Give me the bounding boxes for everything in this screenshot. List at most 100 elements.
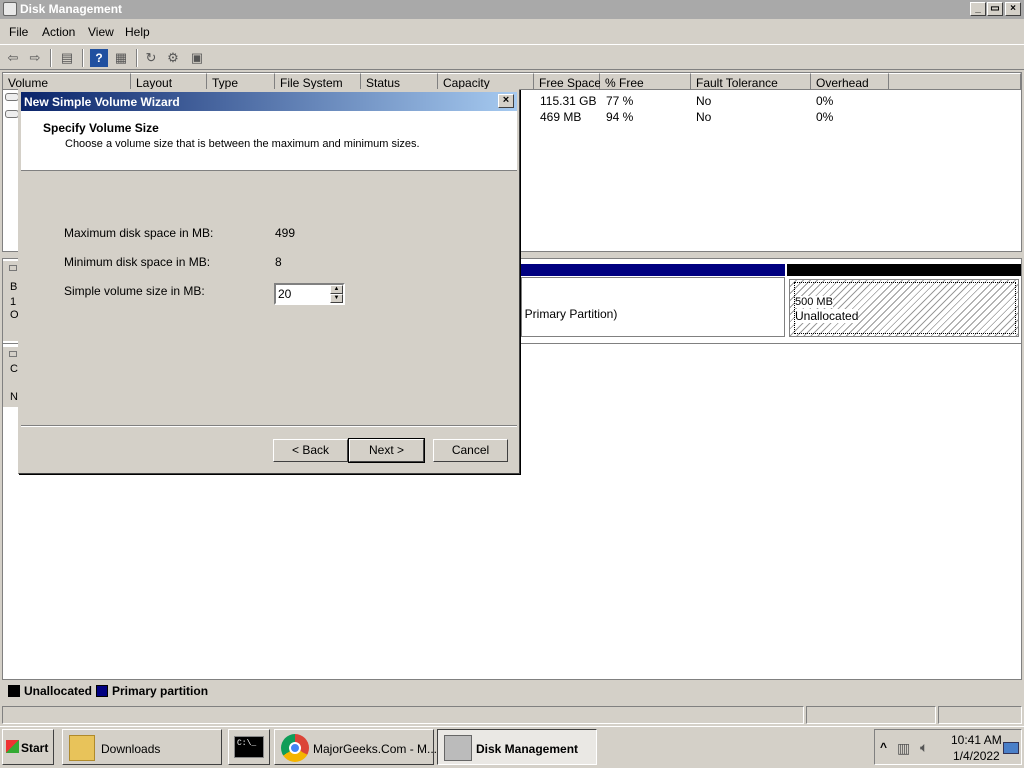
- chrome-icon: [281, 734, 309, 762]
- column-percent-free[interactable]: % Free: [600, 73, 691, 90]
- disk-1-name: C: [10, 363, 18, 375]
- volume-percent-free: 77 %: [606, 94, 634, 108]
- legend: Unallocated Primary partition: [2, 682, 1022, 702]
- taskbar-item-label: Disk Management: [476, 742, 579, 756]
- step-title: Specify Volume Size: [43, 121, 159, 135]
- primary-swatch: [96, 685, 108, 697]
- clock-time[interactable]: 10:41 AM: [951, 733, 1002, 747]
- properties-pane-icon[interactable]: ▦: [112, 49, 130, 67]
- menu-help[interactable]: Help: [125, 25, 150, 39]
- volume-free-space: 469 MB: [540, 110, 582, 124]
- column-overhead[interactable]: Overhead: [811, 73, 889, 90]
- clock-date[interactable]: 1/4/2022: [953, 749, 1000, 763]
- dialog-titlebar: New Simple Volume Wizard ×: [21, 92, 517, 111]
- menu-view[interactable]: View: [88, 25, 114, 39]
- max-space-value: 499: [275, 226, 296, 240]
- column-volume[interactable]: Volume: [3, 73, 131, 90]
- cdrom-icon: [9, 351, 17, 357]
- volume-size-input[interactable]: [277, 286, 329, 302]
- taskbar: Start Downloads C:\_ MajorGeeks.Com - M.…: [0, 726, 1024, 768]
- status-cell: [2, 706, 804, 724]
- network-icon[interactable]: ▥: [897, 740, 910, 757]
- volume-fault-tolerance: No: [696, 94, 712, 108]
- legend-primary: Primary partition: [112, 684, 209, 698]
- command-prompt-icon: C:\_: [234, 736, 264, 758]
- column-status[interactable]: Status: [361, 73, 438, 90]
- min-space-label: Minimum disk space in MB:: [64, 255, 211, 269]
- column-capacity[interactable]: Capacity: [438, 73, 534, 90]
- unallocated-partition[interactable]: 500 MB Unallocated: [789, 279, 1019, 337]
- status-cell: [806, 706, 936, 724]
- show-desktop-icon[interactable]: [1003, 742, 1019, 754]
- unallocated-selection-outline: [794, 282, 1016, 334]
- new-simple-volume-wizard: New Simple Volume Wizard × Specify Volum…: [18, 89, 520, 474]
- dialog-footer-divider: [21, 425, 517, 427]
- windows-logo-icon: [6, 740, 19, 753]
- disk-1-status: N: [10, 391, 18, 403]
- taskbar-item-downloads[interactable]: Downloads: [62, 729, 222, 765]
- restore-button[interactable]: ▭: [987, 2, 1003, 16]
- disk-0-name: B: [10, 281, 18, 293]
- taskbar-item-disk-management[interactable]: Disk Management: [437, 729, 597, 765]
- column-file-system[interactable]: File System: [275, 73, 361, 90]
- column-fault-tolerance[interactable]: Fault Tolerance: [691, 73, 811, 90]
- volume-overhead: 0%: [816, 110, 834, 124]
- dialog-header: Specify Volume Size Choose a volume size…: [21, 111, 517, 171]
- max-space-label: Maximum disk space in MB:: [64, 226, 214, 240]
- volume-drive-icon: [5, 110, 19, 118]
- unallocated-bar: [787, 264, 1021, 276]
- show-hidden-icons-button[interactable]: ^: [880, 740, 887, 754]
- status-bar: [0, 705, 1024, 725]
- volume-size-label: Simple volume size in MB:: [64, 284, 205, 298]
- cancel-button[interactable]: Cancel: [433, 439, 508, 462]
- column-type[interactable]: Type: [207, 73, 275, 90]
- properties-icon[interactable]: ▣: [188, 49, 206, 67]
- volume-fault-tolerance: No: [696, 110, 712, 124]
- disk-icon: [9, 265, 17, 271]
- show-hide-console-tree-icon[interactable]: ▤: [58, 49, 76, 67]
- column-free-space[interactable]: Free Space: [534, 73, 601, 90]
- toolbar-separator: [50, 49, 52, 67]
- forward-arrow-icon[interactable]: ⇨: [26, 49, 44, 67]
- refresh-icon[interactable]: ↻: [142, 49, 160, 67]
- help-icon[interactable]: ?: [90, 49, 108, 67]
- rescan-disks-icon[interactable]: ⚙: [164, 49, 182, 67]
- dialog-close-button[interactable]: ×: [498, 94, 514, 108]
- taskbar-item-chrome[interactable]: MajorGeeks.Com - M...: [274, 729, 438, 765]
- primary-partition[interactable]: ), Primary Partition): [514, 277, 785, 337]
- menu-bar: File Action View Help: [0, 21, 1024, 43]
- volume-overhead: 0%: [816, 94, 834, 108]
- back-button[interactable]: < Back: [273, 439, 348, 462]
- partition-description: ), Primary Partition): [514, 307, 618, 321]
- min-space-value: 8: [275, 255, 282, 269]
- spin-down-icon[interactable]: ▼: [330, 294, 343, 303]
- system-tray: ^ ▥ 🔈︎ 10:41 AM 1/4/2022: [874, 729, 1022, 765]
- taskbar-item-label: MajorGeeks.Com - M...: [313, 742, 438, 756]
- close-button[interactable]: ×: [1005, 2, 1021, 16]
- disk-management-app-icon: [3, 2, 17, 16]
- start-button[interactable]: Start: [2, 729, 54, 765]
- toolbar-separator: [82, 49, 84, 67]
- back-arrow-icon[interactable]: ⇦: [4, 49, 22, 67]
- start-label: Start: [21, 741, 49, 755]
- next-button[interactable]: Next >: [348, 438, 425, 463]
- volume-percent-free: 94 %: [606, 110, 634, 124]
- column-layout[interactable]: Layout: [131, 73, 207, 90]
- spin-up-icon[interactable]: ▲: [330, 285, 343, 294]
- toolbar: ⇦ ⇨ ▤ ? ▦ ↻ ⚙ ▣: [0, 44, 1024, 70]
- minimize-button[interactable]: _: [970, 2, 986, 16]
- volume-free-space: 115.31 GB: [540, 94, 597, 108]
- status-cell: [938, 706, 1022, 724]
- window-titlebar: Disk Management _ ▭ ×: [0, 0, 1024, 19]
- volume-size-spinner: ▲ ▼: [274, 283, 345, 305]
- unallocated-swatch: [8, 685, 20, 697]
- unallocated-size: 500 MB: [795, 296, 833, 308]
- folder-icon: [69, 735, 95, 761]
- toolbar-separator: [136, 49, 138, 67]
- unallocated-label: Unallocated: [795, 309, 859, 323]
- taskbar-item-command-prompt[interactable]: C:\_: [228, 729, 270, 765]
- menu-file[interactable]: File: [9, 25, 28, 39]
- menu-action[interactable]: Action: [42, 25, 75, 39]
- dialog-title: New Simple Volume Wizard: [24, 95, 180, 109]
- volume-icon[interactable]: 🔈︎: [920, 739, 928, 756]
